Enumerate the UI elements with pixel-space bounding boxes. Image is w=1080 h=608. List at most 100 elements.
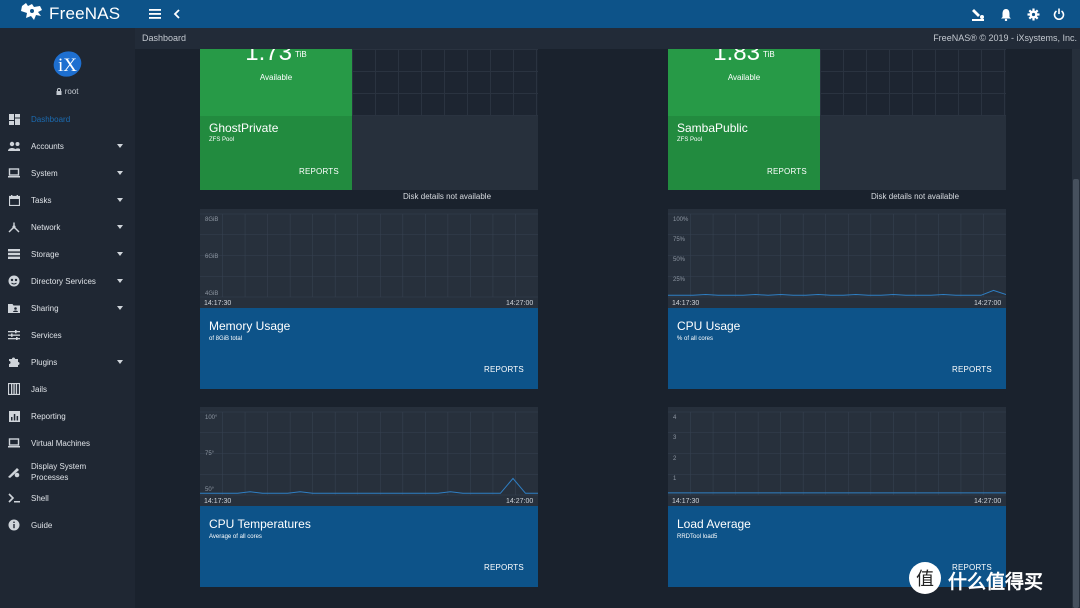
breadcrumb: Dashboard FreeNAS® © 2019 - iXsystems, I… bbox=[135, 28, 1080, 49]
sidebar-item-label: Services bbox=[31, 330, 62, 340]
sidebar-item-jails[interactable]: Jails bbox=[0, 376, 135, 402]
sidebar-item-label: Tasks bbox=[31, 195, 52, 205]
scrollbar[interactable] bbox=[1072, 49, 1080, 608]
pool-status-icon[interactable] bbox=[969, 5, 987, 23]
sidebar-item-services[interactable]: Services bbox=[0, 322, 135, 348]
card-subtitle: % of all cores bbox=[677, 336, 714, 342]
temp-chart-svg: 100° 75° 50° 14:17:30 14:27:00 bbox=[200, 411, 538, 505]
caret-down-icon bbox=[117, 198, 123, 202]
watermark-text: 什么值得买 bbox=[948, 571, 1044, 593]
y-tick: 8GiB bbox=[205, 217, 218, 223]
memory-info-panel: Memory Usage of 8GiB total REPORTS bbox=[200, 308, 538, 389]
bell-icon[interactable] bbox=[997, 5, 1015, 23]
series-line bbox=[200, 477, 538, 494]
sidebar-item-dashboard[interactable]: Dashboard bbox=[0, 106, 135, 132]
memory-chart: 8GiB 6GiB 4GiB 14:17:30 14:27:00 bbox=[200, 209, 538, 308]
available-label: Available bbox=[727, 73, 761, 82]
smzdm-logo-icon: 值 bbox=[908, 561, 942, 600]
pool-info-panel: SambaPublic ZFS Pool REPORTS bbox=[668, 116, 820, 190]
available-value: 1.73 TiB bbox=[245, 49, 307, 66]
user-info[interactable]: root bbox=[0, 87, 135, 96]
sidebar-item-label: Virtual Machines bbox=[31, 438, 90, 448]
reports-button[interactable]: REPORTS bbox=[484, 563, 524, 572]
sidebar-item-label: Reporting bbox=[31, 411, 66, 421]
sidebar-item-label: Plugins bbox=[31, 357, 58, 367]
sidebar-item-label: System bbox=[31, 168, 58, 178]
y-tick: 50% bbox=[673, 257, 686, 263]
reports-button[interactable]: REPORTS bbox=[767, 167, 807, 176]
caret-down-icon bbox=[117, 306, 123, 310]
sidebar-item-plugins[interactable]: Plugins bbox=[0, 349, 135, 375]
card-title: Load Average bbox=[677, 517, 751, 531]
cpu-usage-widget: 100% 75% 50% 25% 14:17:30 14:27:00 CPU U… bbox=[668, 209, 1006, 389]
pool-chart-area bbox=[820, 49, 1006, 116]
y-tick: 100° bbox=[205, 415, 218, 421]
x-end-label: 14:27:00 bbox=[974, 498, 1001, 505]
load-chart: 4 3 2 1 14:17:30 14:27:00 bbox=[668, 407, 1006, 506]
sidebar-item-reporting[interactable]: Reporting bbox=[0, 403, 135, 429]
sidebar-item-system[interactable]: System bbox=[0, 160, 135, 186]
computer-icon bbox=[8, 437, 20, 449]
reports-button[interactable]: REPORTS bbox=[952, 365, 992, 374]
scrollbar-thumb[interactable] bbox=[1073, 179, 1079, 608]
card-subtitle: Average of all cores bbox=[209, 534, 262, 540]
chevron-left-icon[interactable] bbox=[168, 5, 186, 23]
caret-down-icon bbox=[117, 252, 123, 256]
y-tick: 75% bbox=[673, 237, 686, 243]
temp-info-panel: CPU Temperatures Average of all cores RE… bbox=[200, 506, 538, 587]
sidebar-item-storage[interactable]: Storage bbox=[0, 241, 135, 267]
sidebar-item-tasks[interactable]: Tasks bbox=[0, 187, 135, 213]
card-title: CPU Usage bbox=[677, 319, 741, 333]
sidebar-item-virtual-machines[interactable]: Virtual Machines bbox=[0, 430, 135, 456]
power-icon[interactable] bbox=[1050, 5, 1068, 23]
sidebar-item-directory-services[interactable]: Directory Services bbox=[0, 268, 135, 294]
calendar-icon bbox=[8, 194, 20, 206]
sidebar-item-shell[interactable]: Shell bbox=[0, 485, 135, 511]
storage-icon bbox=[8, 248, 20, 260]
sidebar-item-network[interactable]: Network bbox=[0, 214, 135, 240]
ix-logo: iX bbox=[51, 50, 84, 78]
caret-down-icon bbox=[117, 225, 123, 229]
menu-icon[interactable] bbox=[146, 5, 164, 23]
dashboard-icon bbox=[8, 113, 20, 125]
sidebar-item-label: Directory Services bbox=[31, 276, 96, 286]
watermark: 值 什么值得买 bbox=[908, 561, 1078, 600]
jail-icon bbox=[8, 383, 20, 395]
card-subtitle: RRDTool load5 bbox=[677, 534, 718, 540]
cpu-chart: 100% 75% 50% 25% 14:17:30 14:27:00 bbox=[668, 209, 1006, 308]
gear-icon[interactable] bbox=[1024, 5, 1042, 23]
reports-button[interactable]: REPORTS bbox=[484, 365, 524, 374]
breadcrumb-current[interactable]: Dashboard bbox=[142, 33, 186, 43]
sidebar-item-label: Sharing bbox=[31, 303, 59, 313]
reports-button[interactable]: REPORTS bbox=[299, 167, 339, 176]
caret-down-icon bbox=[117, 144, 123, 148]
svg-text:值: 值 bbox=[916, 569, 934, 590]
sidebar-item-guide[interactable]: Guide bbox=[0, 512, 135, 538]
username: root bbox=[64, 87, 79, 96]
memory-chart-svg: 8GiB 6GiB 4GiB 14:17:30 14:27:00 bbox=[200, 213, 538, 307]
top-bar: FreeNAS bbox=[0, 0, 1080, 28]
puzzle-icon bbox=[8, 356, 20, 368]
cpu-temperatures-widget: 100° 75° 50° 14:17:30 14:27:00 CPU Tempe… bbox=[200, 407, 538, 587]
pool-name: GhostPrivate bbox=[209, 121, 279, 135]
sidebar-item-label: Dashboard bbox=[31, 114, 71, 124]
sidebar-item-display-system-processes[interactable]: Display System Processes bbox=[0, 457, 135, 487]
process-icon bbox=[8, 466, 20, 478]
brand[interactable]: FreeNAS bbox=[20, 2, 121, 25]
folder-shared-icon bbox=[8, 302, 20, 314]
y-tick: 100% bbox=[673, 217, 689, 223]
pool-widget-ghostprivate: 1.73 TiB Available GhostPrivate ZFS Pool … bbox=[200, 49, 538, 190]
pool-type: ZFS Pool bbox=[209, 137, 235, 143]
dashboard-content: 1.73 TiB Available GhostPrivate ZFS Pool … bbox=[135, 49, 1072, 608]
network-icon bbox=[8, 221, 20, 233]
brand-name: FreeNAS bbox=[49, 4, 121, 23]
sidebar-item-sharing[interactable]: Sharing bbox=[0, 295, 135, 321]
tune-icon bbox=[8, 329, 20, 341]
y-tick: 2 bbox=[673, 456, 677, 462]
sidebar-item-label: Guide bbox=[31, 520, 53, 530]
terminal-icon bbox=[8, 492, 20, 504]
sidebar-item-accounts[interactable]: Accounts bbox=[0, 133, 135, 159]
disk-details-message: Disk details not available bbox=[402, 192, 492, 201]
pool-name: SambaPublic bbox=[677, 121, 748, 135]
pool-disk-panel bbox=[820, 116, 1006, 190]
